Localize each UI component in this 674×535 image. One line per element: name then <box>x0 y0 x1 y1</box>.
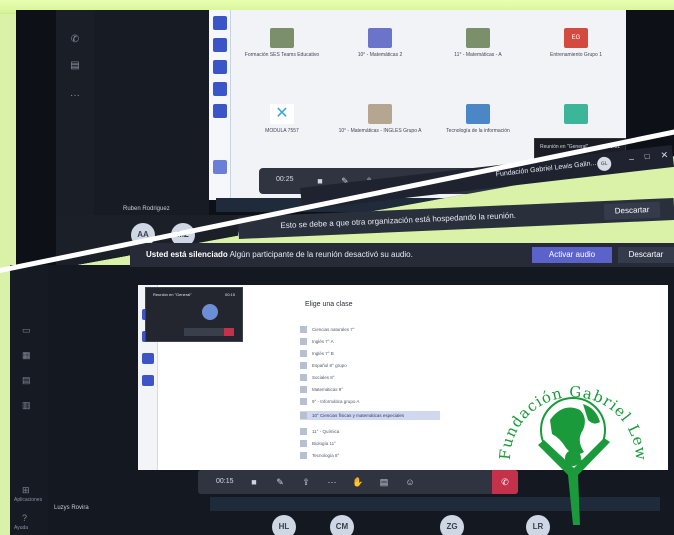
participant-name: Luzys Rovira <box>54 505 89 511</box>
phone-icon[interactable]: ✆ <box>66 34 84 48</box>
team-card[interactable]: 11° - Matemáticas - A <box>435 18 521 80</box>
team-thumbnail <box>564 104 588 124</box>
mini-call-controls[interactable] <box>184 328 234 336</box>
more-icon[interactable]: ··· <box>66 90 84 104</box>
meeting-mini-window[interactable]: Reunión en "General" 00:15 <box>145 287 243 342</box>
apps-label: Aplicaciones <box>14 497 43 503</box>
list-item-selected[interactable]: 10° Ciencias físicas y matemáticas espec… <box>300 411 440 420</box>
muted-detail: Algún participante de la reunión desacti… <box>229 250 413 259</box>
teams-rail <box>209 10 231 200</box>
apps-icon[interactable]: ⊞ <box>22 485 36 497</box>
form-title: Elige una clase <box>305 301 353 308</box>
participant-name: Ruben Rodriguez <box>123 206 170 212</box>
mini-window-timer: 00:15 <box>224 292 235 297</box>
list-item[interactable]: 9° - Informática grupo A <box>300 397 440 406</box>
mic-icon[interactable]: ✎ <box>274 476 286 488</box>
calendar-icon[interactable] <box>213 82 227 96</box>
dismiss-button[interactable]: Descartar <box>618 247 674 263</box>
team-thumbnail <box>466 28 490 48</box>
team-thumbnail: ✕ <box>270 104 294 124</box>
team-card[interactable]: Tecnología de la información <box>435 94 521 156</box>
hang-up-icon[interactable] <box>224 328 234 336</box>
team-card-label: 10° - Matemáticas 2 <box>357 52 403 58</box>
chat-icon[interactable] <box>213 38 227 52</box>
team-card-label: MODULA 7557 <box>265 128 299 134</box>
team-card-label: Tecnología de la información <box>446 128 510 134</box>
left-app-rail: ▭ ▦ ▤ ▥ ⊞ Aplicaciones ? Ayuda <box>10 265 48 535</box>
teams-icon[interactable]: ▦ <box>22 350 36 362</box>
muted-strong: Usted está silenciado <box>146 250 228 259</box>
files-icon[interactable]: ▤ <box>66 60 84 74</box>
help-icon[interactable]: ? <box>22 513 36 525</box>
team-card[interactable]: 10° - Matemáticas 2 <box>337 18 423 80</box>
team-card-label: 11° - Matemáticas - A <box>454 52 502 58</box>
call-timer: 00:15 <box>216 478 234 485</box>
team-thumbnail: EG <box>564 28 588 48</box>
team-card[interactable]: 10° - Matemáticas - INGLES Grupo A <box>337 94 423 156</box>
team-card-label: 10° - Matemáticas - INGLES Grupo A <box>338 128 422 134</box>
team-thumbnail <box>466 104 490 124</box>
list-item[interactable]: Biología 11° <box>300 439 440 448</box>
top-photo: ✆ ▤ ··· Formación SES Teams Educativo 10… <box>16 10 674 276</box>
help-icon[interactable] <box>213 160 227 174</box>
list-item[interactable]: 11° - Química <box>300 427 440 436</box>
foundation-logo: Fundación Gabriel Lewis Galindo <box>488 330 649 525</box>
raise-hand-icon[interactable]: ✋ <box>352 476 364 488</box>
more-icon[interactable]: ··· <box>326 476 338 488</box>
muted-banner: Usted está silenciado Algún participante… <box>130 243 674 267</box>
chat-icon[interactable]: ▤ <box>378 476 390 488</box>
list-item[interactable]: Matemáticas 9° <box>300 385 440 394</box>
calendar-icon[interactable]: ▤ <box>22 375 36 387</box>
banner-message: Usted está silenciado Algún participante… <box>146 250 413 259</box>
avatar[interactable]: ZG <box>440 515 464 535</box>
team-thumbnail <box>368 104 392 124</box>
list-item[interactable]: Español 8° grupo <box>300 361 440 370</box>
avatar[interactable]: HL <box>272 515 296 535</box>
avatar <box>202 304 218 320</box>
team-card[interactable]: Formación SES Teams Educativo <box>239 18 325 80</box>
activity-icon[interactable] <box>213 16 227 30</box>
list-item[interactable]: Ciencias naturales 7° <box>300 325 440 334</box>
team-card[interactable]: EG Entrenamiento Grupo 1 <box>533 18 619 80</box>
chat-icon[interactable]: ▭ <box>22 325 36 337</box>
list-item[interactable]: Inglés 7° B <box>300 349 440 358</box>
maximize-icon[interactable]: □ <box>644 152 650 161</box>
teams-icon[interactable] <box>142 353 154 364</box>
call-timer: 00:25 <box>276 176 294 183</box>
avatar[interactable]: GL <box>596 156 613 172</box>
share-icon[interactable]: ⇪ <box>300 476 312 488</box>
close-icon[interactable]: ✕ <box>660 149 669 161</box>
files-icon[interactable] <box>213 104 227 118</box>
call-toolbar: 00:15 ■ ✎ ⇪ ··· ✋ ▤ ☺ ✆ <box>198 470 518 494</box>
help-label: Ayuda <box>14 525 29 531</box>
team-card[interactable]: ✕ MODULA 7557 <box>239 94 325 156</box>
teams-icon[interactable] <box>213 60 227 74</box>
team-thumbnail <box>270 28 294 48</box>
participants-icon[interactable]: ☺ <box>404 476 416 488</box>
files-icon[interactable]: ▥ <box>22 400 36 412</box>
list-item[interactable]: Tecnología 8° <box>300 451 440 460</box>
team-card-label: Formación SES Teams Educativo <box>244 52 320 58</box>
list-item[interactable]: Sociales 8° <box>300 373 440 382</box>
camera-icon[interactable]: ■ <box>248 476 260 488</box>
unmute-button[interactable]: Activar audio <box>532 247 612 263</box>
list-item[interactable]: Inglés 7° A <box>300 337 440 346</box>
team-card-label: Entrenamiento Grupo 1 <box>550 52 602 58</box>
avatar[interactable]: CM <box>330 515 354 535</box>
dismiss-button[interactable]: Descartar <box>603 201 661 221</box>
banner-message: Esto se debe a que otra organización est… <box>280 210 517 231</box>
minimize-icon[interactable]: – <box>628 153 634 164</box>
calendar-icon[interactable] <box>142 375 154 386</box>
screenshot-frame: ✆ ▤ ··· Formación SES Teams Educativo 10… <box>0 0 674 535</box>
mini-window-title: Reunión en "General" <box>153 292 192 297</box>
team-thumbnail <box>368 28 392 48</box>
